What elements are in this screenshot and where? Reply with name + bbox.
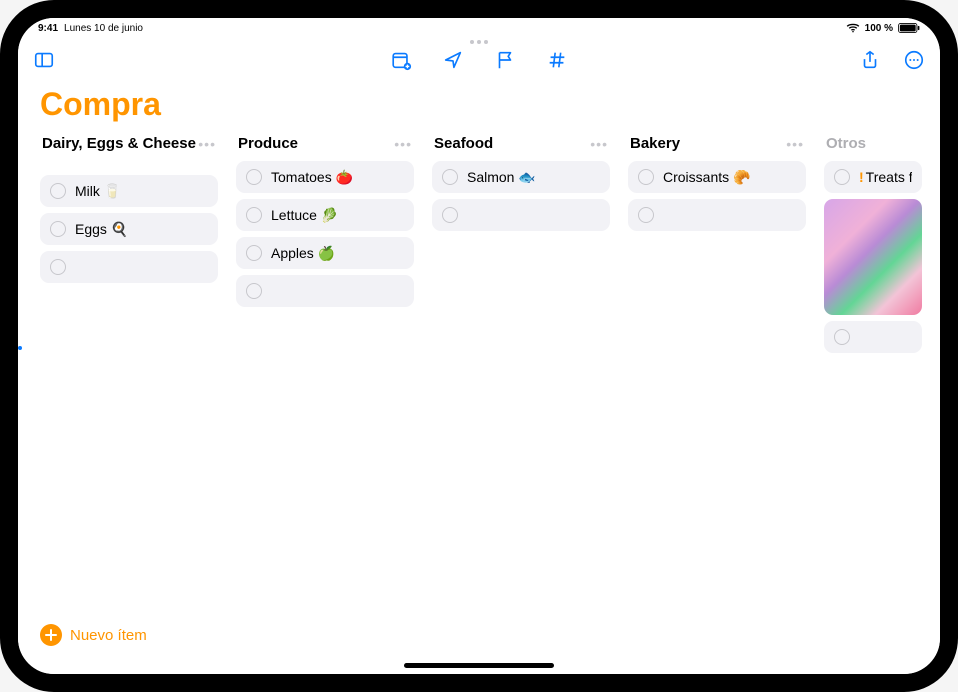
complete-radio[interactable] xyxy=(246,283,262,299)
hashtag-button[interactable] xyxy=(543,46,571,74)
location-button[interactable] xyxy=(439,46,467,74)
plus-icon xyxy=(40,624,62,646)
column-title[interactable]: Seafood xyxy=(434,135,493,153)
column-menu-icon[interactable]: ••• xyxy=(394,135,412,151)
complete-radio[interactable] xyxy=(442,207,458,223)
list-item[interactable]: Milk 🥛 xyxy=(40,175,218,207)
item-text: Tomatoes 🍅 xyxy=(271,169,353,186)
more-button[interactable] xyxy=(900,46,928,74)
column-menu-icon[interactable]: ••• xyxy=(198,135,216,151)
item-image-thumbnail[interactable] xyxy=(824,199,922,315)
complete-radio[interactable] xyxy=(246,169,262,185)
items-list: !Treats for t xyxy=(824,161,922,193)
column-menu-icon[interactable]: ••• xyxy=(590,135,608,151)
share-button[interactable] xyxy=(856,46,884,74)
home-indicator[interactable] xyxy=(404,663,554,668)
item-text: Eggs 🍳 xyxy=(75,221,128,238)
list-item[interactable]: Croissants 🥐 xyxy=(628,161,806,193)
column: Dairy, Eggs & Cheese••• Milk 🥛 Eggs 🍳 xyxy=(40,135,218,674)
item-text: Milk 🥛 xyxy=(75,183,121,200)
column-header: Seafood ••• xyxy=(432,135,610,161)
calendar-button[interactable] xyxy=(387,46,415,74)
column: Seafood ••• Salmon 🐟 xyxy=(432,135,610,674)
empty-item[interactable] xyxy=(236,275,414,307)
items-list: Tomatoes 🍅 Lettuce 🥬 Apples 🍏 xyxy=(236,161,414,307)
complete-radio[interactable] xyxy=(834,169,850,185)
empty-item[interactable] xyxy=(432,199,610,231)
list-item[interactable]: Tomatoes 🍅 xyxy=(236,161,414,193)
new-item-label: Nuevo ítem xyxy=(70,627,147,644)
status-right: 100 % xyxy=(846,23,920,34)
ipad-frame: 9:41 Lunes 10 de junio 100 % xyxy=(0,0,958,692)
list-item[interactable]: !Treats for t xyxy=(824,161,922,193)
item-text: !Treats for t xyxy=(859,169,912,185)
toolbar xyxy=(18,38,940,82)
column: Bakery ••• Croissants 🥐 xyxy=(628,135,806,674)
list-item[interactable]: Salmon 🐟 xyxy=(432,161,610,193)
column-header: Bakery ••• xyxy=(628,135,806,161)
column-title[interactable]: Dairy, Eggs & Cheese xyxy=(42,135,196,153)
items-list: Milk 🥛 Eggs 🍳 xyxy=(40,175,218,283)
status-left: 9:41 Lunes 10 de junio xyxy=(38,23,143,34)
item-text: Salmon 🐟 xyxy=(467,169,536,186)
column-header: Dairy, Eggs & Cheese••• xyxy=(40,135,218,175)
column: Otros !Treats for t xyxy=(824,135,922,674)
item-text: Croissants 🥐 xyxy=(663,169,750,186)
complete-radio[interactable] xyxy=(638,169,654,185)
column-title[interactable]: Bakery xyxy=(630,135,680,153)
complete-radio[interactable] xyxy=(442,169,458,185)
status-date: Lunes 10 de junio xyxy=(64,23,143,34)
list-item[interactable]: Lettuce 🥬 xyxy=(236,199,414,231)
complete-radio[interactable] xyxy=(50,183,66,199)
items-list: Croissants 🥐 xyxy=(628,161,806,231)
battery-icon xyxy=(898,23,920,33)
battery-percent: 100 % xyxy=(865,23,893,34)
list-title: Compra xyxy=(18,82,940,135)
new-item-button[interactable]: Nuevo ítem xyxy=(40,624,147,646)
sidebar-toggle-button[interactable] xyxy=(30,46,58,74)
complete-radio[interactable] xyxy=(638,207,654,223)
flag-button[interactable] xyxy=(491,46,519,74)
list-item[interactable]: Apples 🍏 xyxy=(236,237,414,269)
column: Produce ••• Tomatoes 🍅 Lettuce 🥬 Apples 🍏 xyxy=(236,135,414,674)
status-bar: 9:41 Lunes 10 de junio 100 % xyxy=(18,18,940,38)
wifi-icon xyxy=(846,23,860,33)
complete-radio[interactable] xyxy=(834,329,850,345)
priority-icon: ! xyxy=(859,169,864,185)
empty-item[interactable] xyxy=(628,199,806,231)
column-header: Produce ••• xyxy=(236,135,414,161)
column-title[interactable]: Otros xyxy=(826,135,866,153)
complete-radio[interactable] xyxy=(246,207,262,223)
complete-radio[interactable] xyxy=(50,259,66,275)
complete-radio[interactable] xyxy=(50,221,66,237)
column-header: Otros xyxy=(824,135,922,161)
column-title[interactable]: Produce xyxy=(238,135,298,153)
item-text: Lettuce 🥬 xyxy=(271,207,338,224)
status-time: 9:41 xyxy=(38,23,58,34)
column-menu-icon[interactable]: ••• xyxy=(786,135,804,151)
screen: 9:41 Lunes 10 de junio 100 % xyxy=(18,18,940,674)
side-marker xyxy=(18,346,22,350)
item-text: Apples 🍏 xyxy=(271,245,335,262)
empty-item[interactable] xyxy=(40,251,218,283)
empty-item[interactable] xyxy=(824,321,922,353)
columns-container: Dairy, Eggs & Cheese•••Milk 🥛Eggs 🍳 Prod… xyxy=(18,135,940,674)
list-item[interactable]: Eggs 🍳 xyxy=(40,213,218,245)
items-list: Salmon 🐟 xyxy=(432,161,610,231)
complete-radio[interactable] xyxy=(246,245,262,261)
